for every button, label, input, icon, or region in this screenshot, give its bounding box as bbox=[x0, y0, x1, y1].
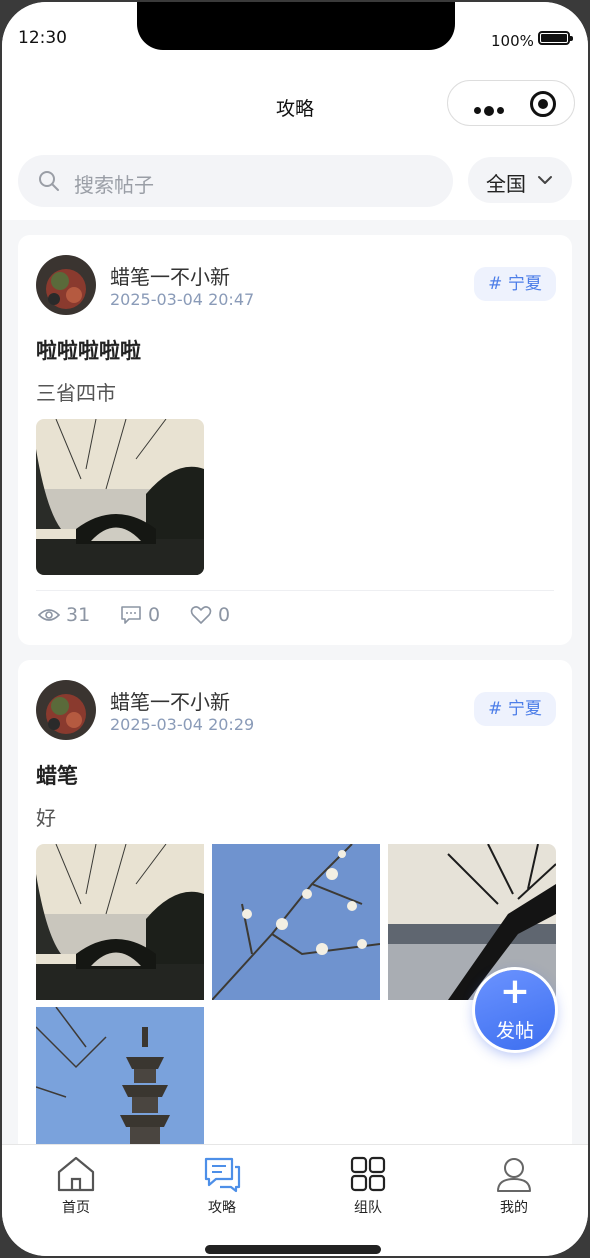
post-time: 2025-03-04 20:47 bbox=[110, 290, 255, 309]
region-select[interactable]: 全国 bbox=[468, 157, 572, 203]
tab-home[interactable]: 首页 bbox=[26, 1155, 126, 1217]
grid-icon bbox=[350, 1156, 386, 1192]
author-name: 蜡笔一不小新 bbox=[110, 690, 230, 714]
author-name: 蜡笔一不小新 bbox=[110, 265, 230, 289]
avatar[interactable] bbox=[36, 255, 96, 315]
eye-icon bbox=[38, 609, 60, 621]
avatar[interactable] bbox=[36, 680, 96, 740]
post-card[interactable]: 蜡笔一不小新 2025-03-04 20:29 # 宁夏 蜡笔 好 bbox=[18, 660, 572, 1160]
post-time: 2025-03-04 20:29 bbox=[110, 715, 255, 734]
plus-icon: + bbox=[499, 971, 531, 1012]
tab-mine-label: 我的 bbox=[500, 1200, 528, 1216]
region-tag[interactable]: # 宁夏 bbox=[474, 267, 556, 301]
tab-team-label: 组队 bbox=[354, 1200, 382, 1216]
post-card[interactable]: 蜡笔一不小新 2025-03-04 20:47 # 宁夏 啦啦啦啦啦 三省四市 … bbox=[18, 235, 572, 645]
tab-mine[interactable]: 我的 bbox=[464, 1155, 564, 1217]
notch bbox=[137, 2, 455, 50]
post-content: 三省四市 bbox=[36, 381, 116, 405]
miniprogram-capsule bbox=[447, 80, 575, 126]
home-icon bbox=[57, 1156, 95, 1192]
chat-icon bbox=[204, 1157, 241, 1193]
user-icon bbox=[497, 1158, 531, 1192]
chevron-down-icon bbox=[538, 176, 552, 184]
bottom-tab-bar: 首页 攻略 组队 我的 bbox=[2, 1144, 588, 1256]
battery-icon bbox=[538, 31, 573, 45]
post-image-magnolia[interactable] bbox=[212, 844, 380, 1000]
search-placeholder: 搜索帖子 bbox=[74, 173, 154, 197]
heart-icon bbox=[190, 606, 212, 624]
close-capsule-icon[interactable] bbox=[530, 91, 556, 117]
navigation-bar: 攻略 bbox=[2, 72, 588, 142]
comment-icon bbox=[121, 606, 141, 624]
search-icon bbox=[39, 171, 59, 191]
region-label: 全国 bbox=[486, 172, 526, 196]
tab-home-label: 首页 bbox=[62, 1200, 90, 1216]
post-title: 啦啦啦啦啦 bbox=[36, 339, 141, 363]
post-image-bridge[interactable] bbox=[36, 844, 204, 1000]
like-count-value: 0 bbox=[218, 604, 231, 626]
post-image-bridge[interactable] bbox=[36, 419, 204, 575]
status-time: 12:30 bbox=[18, 28, 67, 48]
tab-team[interactable]: 组队 bbox=[318, 1155, 418, 1217]
new-post-label: 发帖 bbox=[495, 1020, 534, 1042]
tab-guide-label: 攻略 bbox=[208, 1200, 236, 1216]
tab-guide[interactable]: 攻略 bbox=[172, 1155, 272, 1217]
comment-count-value: 0 bbox=[148, 604, 161, 626]
view-count-value: 31 bbox=[66, 604, 91, 626]
more-icon[interactable] bbox=[474, 100, 507, 119]
search-input[interactable]: 搜索帖子 bbox=[18, 155, 453, 207]
phone-screen: 12:30 100% 攻略 搜索帖子 全国 蜡笔一不小新 2025-03-04 … bbox=[2, 2, 588, 1256]
home-indicator bbox=[205, 1245, 381, 1254]
post-image-pagoda[interactable] bbox=[36, 1007, 204, 1160]
post-title: 蜡笔 bbox=[36, 764, 78, 788]
new-post-button[interactable]: + 发帖 bbox=[475, 970, 555, 1050]
post-content: 好 bbox=[36, 806, 56, 830]
search-bar: 搜索帖子 全国 bbox=[2, 142, 588, 220]
card-divider bbox=[36, 590, 554, 591]
region-tag[interactable]: # 宁夏 bbox=[474, 692, 556, 726]
battery-percent: 100% bbox=[491, 32, 534, 50]
